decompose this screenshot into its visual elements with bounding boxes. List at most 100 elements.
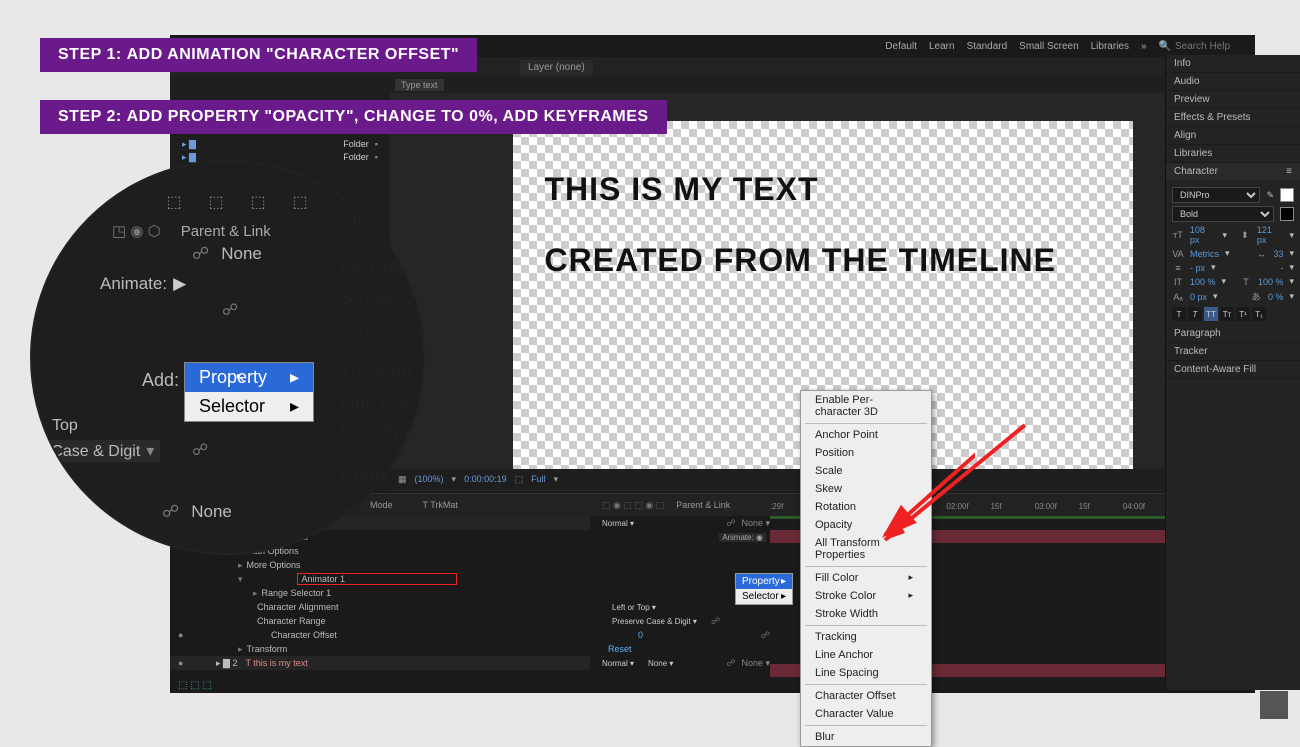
animator-row[interactable]: ▾Animator 1	[170, 572, 590, 586]
kerning[interactable]: Metrics	[1190, 249, 1219, 259]
trkmat-select[interactable]: None ▾	[644, 659, 677, 668]
menu-item[interactable]: Stroke Width	[801, 605, 931, 623]
prop-row[interactable]: Character Range	[170, 614, 590, 628]
case-digit-dropdown[interactable]: e Case & Digit▾	[32, 440, 160, 462]
workspace-default[interactable]: Default	[885, 41, 917, 52]
workspace-standard[interactable]: Standard	[967, 41, 1008, 52]
magnified-inset: ⬚ ⬚ ⬚ ⬚ ◳ ◉ ⬡ Parent & Link ☍ None Anima…	[30, 160, 425, 555]
menu-item[interactable]: Tracking	[801, 628, 931, 646]
text-line-1: THIS IS MY TEXT	[545, 171, 1101, 208]
paragraph-panel[interactable]: Paragraph	[1166, 325, 1300, 343]
menu-item[interactable]: Stroke Width	[340, 314, 425, 344]
caf-panel[interactable]: Content-Aware Fill	[1166, 361, 1300, 379]
timecode[interactable]: 0:00:00:19	[464, 474, 507, 484]
menu-property[interactable]: Property	[736, 574, 792, 589]
play-icon[interactable]: ▶	[173, 274, 186, 294]
prop-row[interactable]: ▸More Options	[170, 558, 590, 572]
preserve-select[interactable]: Preserve Case & Digit ▾	[608, 617, 701, 626]
align-panel[interactable]: Align	[1166, 127, 1300, 145]
prop-row[interactable]: ▸Range Selector 1	[170, 586, 590, 600]
font-select[interactable]: DINPro	[1172, 187, 1260, 203]
menu-item[interactable]: Fill Color	[340, 254, 425, 284]
menu-item[interactable]: Tracking	[340, 358, 425, 388]
allcaps-button[interactable]: TT	[1204, 307, 1218, 321]
menu-item[interactable]: Character Value	[801, 705, 931, 723]
link-icon: ☍	[192, 440, 208, 460]
none-dropdown[interactable]: None	[221, 244, 262, 264]
smallcaps-button[interactable]: Tᴛ	[1220, 307, 1234, 321]
tracking[interactable]: 33	[1273, 249, 1283, 259]
new-icon: ⬚	[288, 190, 312, 214]
eyedropper-icon[interactable]: ✎	[1266, 190, 1274, 201]
tracker-panel[interactable]: Tracker	[1166, 343, 1300, 361]
menu-item[interactable]: Stroke Color	[340, 284, 425, 314]
mode-select[interactable]: Normal ▾	[598, 659, 638, 668]
menu-property[interactable]: Property↖	[185, 363, 313, 392]
col-trkmat[interactable]: T TrkMat	[423, 500, 458, 510]
project-item[interactable]: ▸ ▇Folder▪	[182, 138, 378, 151]
overflow-icon[interactable]: »	[1141, 41, 1147, 52]
annotation-arrow	[870, 415, 1030, 555]
resolution[interactable]: Full	[531, 474, 546, 484]
prop-row[interactable]: Character Alignment	[170, 600, 590, 614]
menu-icon[interactable]: ≡	[1286, 166, 1292, 177]
menu-item[interactable]: Line Spacing	[801, 664, 931, 682]
stroke-swatch[interactable]	[1280, 207, 1294, 221]
toggle-icons[interactable]: ⬚ ◉ ⬚ ⬚ ◉ ⬚	[602, 500, 664, 511]
camera-icon[interactable]: ⬚	[515, 474, 524, 485]
fontsize-icon: ᴛT	[1172, 230, 1184, 240]
preview-panel[interactable]: Preview	[1166, 91, 1300, 109]
audio-panel[interactable]: Audio	[1166, 73, 1300, 91]
menu-item[interactable]: Opa	[340, 180, 425, 210]
cube-icon: ⬚	[162, 190, 186, 214]
menu-item[interactable]: Character	[340, 462, 425, 492]
gift-icon: ⬚	[204, 190, 228, 214]
menu-item[interactable]: Line Spacing	[340, 418, 425, 448]
character-header[interactable]: Character≡	[1166, 163, 1300, 180]
font-size[interactable]: 108 px	[1190, 225, 1217, 245]
leading[interactable]: 121 px	[1257, 225, 1284, 245]
char-offset-value[interactable]: 0	[638, 630, 643, 640]
workspace-small-screen[interactable]: Small Screen	[1019, 41, 1078, 52]
layer-tab[interactable]: Layer (none)	[520, 60, 593, 75]
menu-item[interactable]: Stroke Color	[801, 587, 931, 605]
link-icon: ☍	[192, 244, 209, 264]
parent-link-label: Parent & Link	[181, 223, 271, 240]
workspace-libraries[interactable]: Libraries	[1091, 41, 1129, 52]
layer-row[interactable]: ●▸ ▇ 2T this is my text	[170, 656, 590, 670]
libraries-panel[interactable]: Libraries	[1166, 145, 1300, 163]
weight-select[interactable]: Bold	[1172, 206, 1274, 222]
vscale[interactable]: 100 %	[1190, 277, 1216, 287]
menu-item[interactable]: Line Anchor	[801, 646, 931, 664]
menu-item[interactable]: Fill Color	[801, 569, 931, 587]
menu-selector[interactable]: Selector	[736, 589, 792, 604]
search-help-input[interactable]	[1175, 41, 1245, 52]
workspace-learn[interactable]: Learn	[929, 41, 955, 52]
info-panel[interactable]: Info	[1166, 55, 1300, 73]
parent-link[interactable]: None ▾	[741, 518, 770, 529]
menu-item[interactable]: All Trans	[340, 210, 425, 240]
hscale-icon: T	[1240, 277, 1252, 287]
parent-link[interactable]: None ▾	[741, 658, 770, 669]
menu-item[interactable]: Chara	[340, 492, 425, 522]
menu-selector[interactable]: Selector	[185, 392, 313, 421]
italic-button[interactable]: T	[1188, 307, 1202, 321]
type-text-label: Type text	[395, 79, 444, 91]
menu-item[interactable]: Character Offset	[801, 687, 931, 705]
fill-swatch[interactable]	[1280, 188, 1294, 202]
animate-button[interactable]: Animate: ◉	[719, 533, 766, 542]
prop-row[interactable]: ●Character Offset	[170, 628, 590, 642]
prop-row[interactable]: ▸Transform	[170, 642, 590, 656]
reset-link[interactable]: Reset	[608, 644, 632, 654]
cursor-icon: ↖	[235, 370, 246, 386]
effects-panel[interactable]: Effects & Presets	[1166, 109, 1300, 127]
bold-button[interactable]: T	[1172, 307, 1186, 321]
superscript-button[interactable]: T¹	[1236, 307, 1250, 321]
subscript-button[interactable]: T₁	[1252, 307, 1266, 321]
align-select[interactable]: Left or Top ▾	[608, 603, 660, 612]
none-dropdown[interactable]: None	[191, 502, 232, 522]
menu-item[interactable]: Line Anchor	[340, 388, 425, 418]
col-parent[interactable]: Parent & Link	[676, 500, 730, 510]
mode-select[interactable]: Normal ▾	[598, 519, 638, 528]
hscale[interactable]: 100 %	[1258, 277, 1284, 287]
